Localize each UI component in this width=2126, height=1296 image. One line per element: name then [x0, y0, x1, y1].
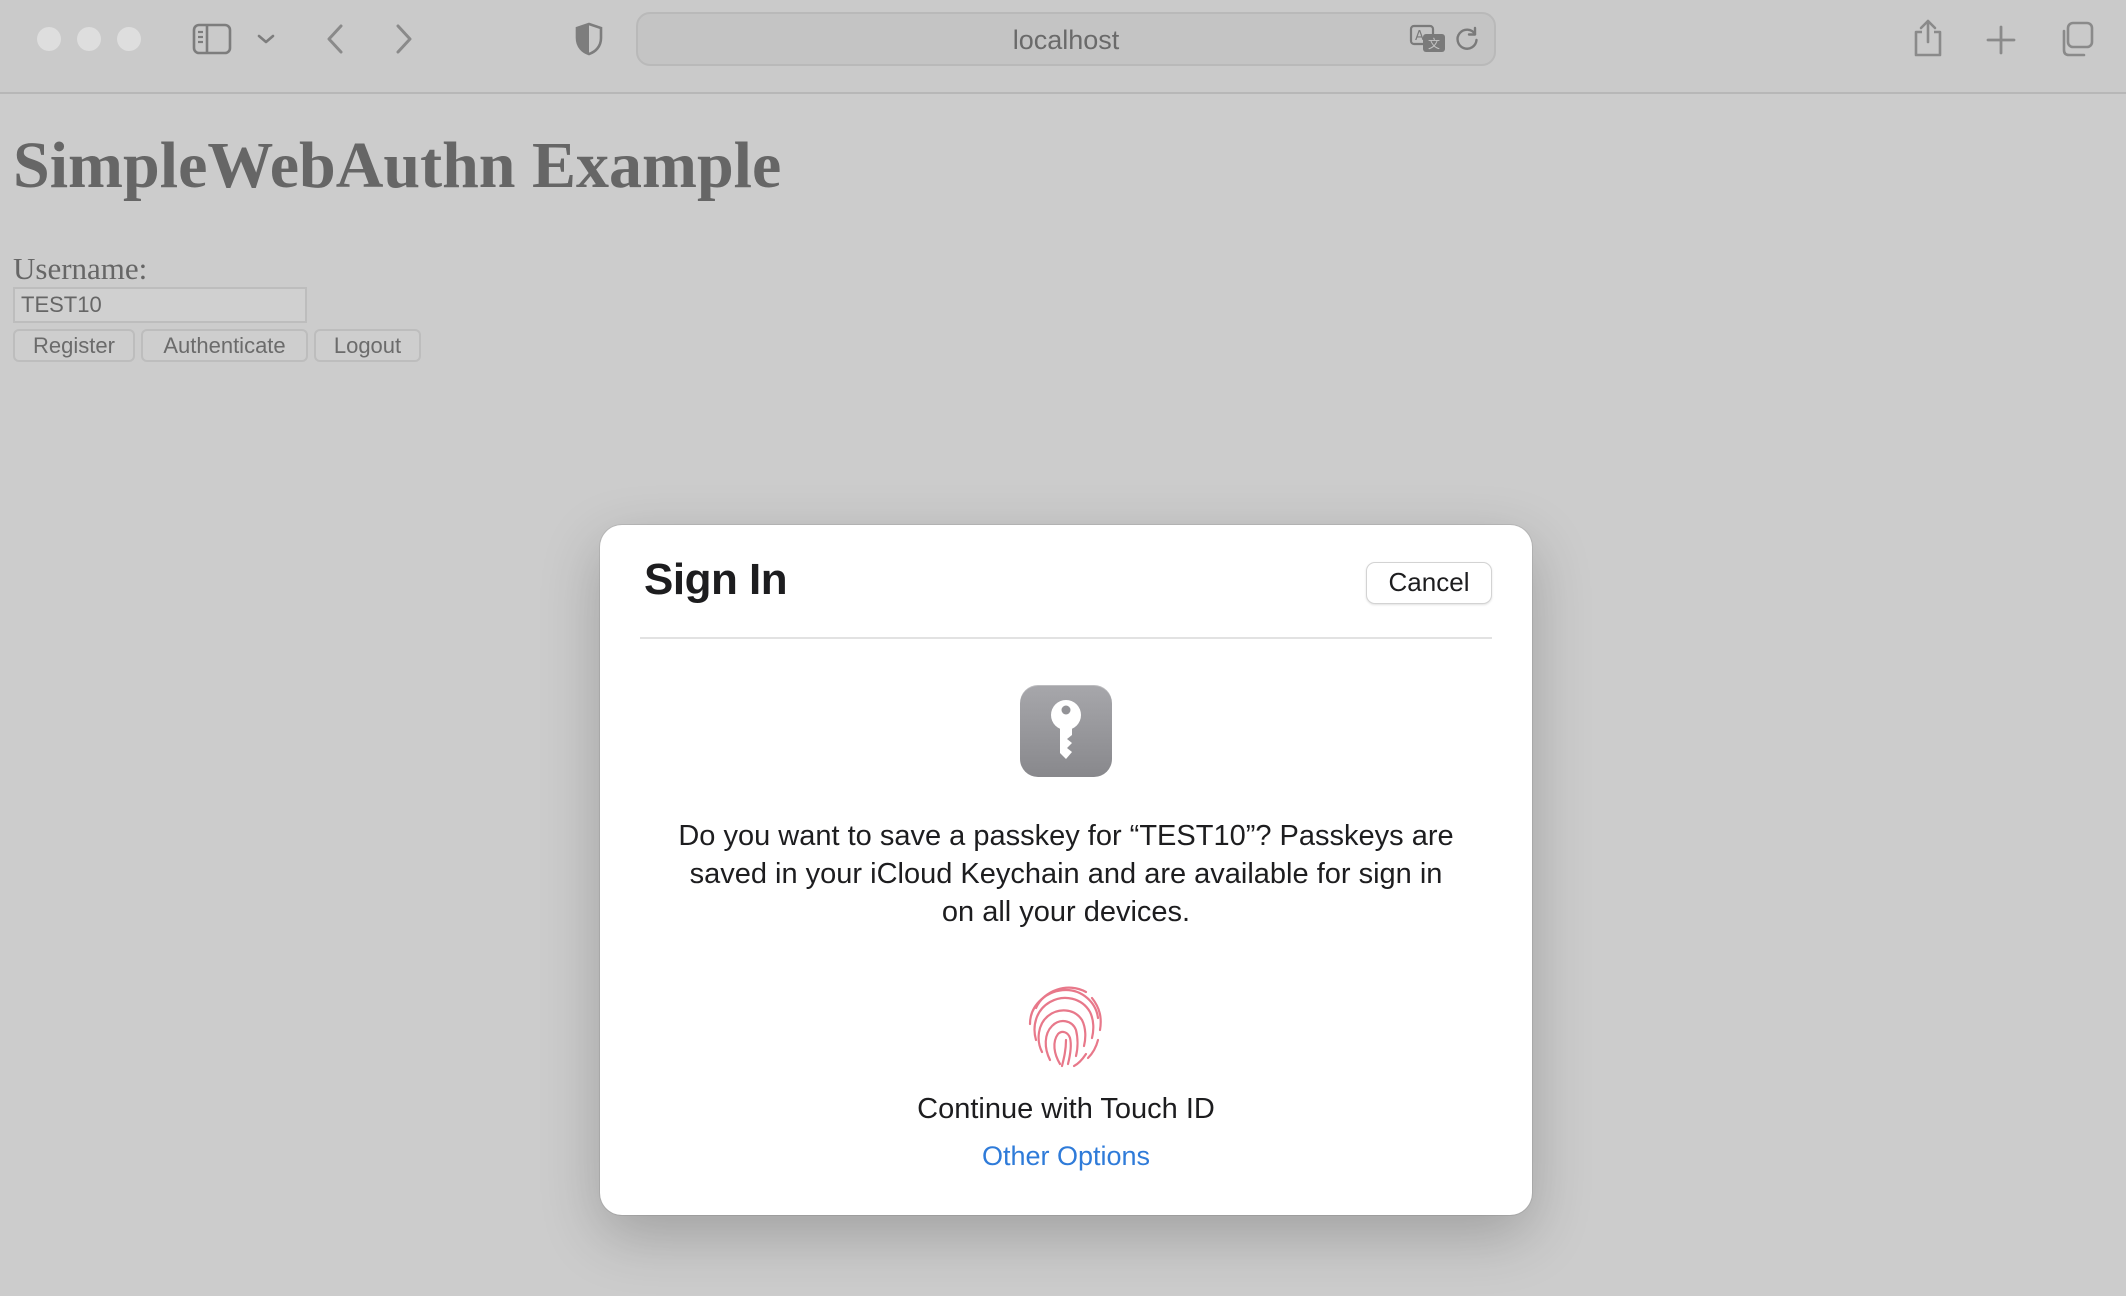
chevron-down-icon[interactable] — [254, 28, 278, 50]
cancel-button[interactable]: Cancel — [1366, 562, 1492, 604]
sign-in-dialog: Sign In Cancel Do you want to save a pas… — [600, 525, 1532, 1215]
dialog-title: Sign In — [644, 555, 788, 604]
close-window-button[interactable] — [37, 27, 61, 51]
forward-icon[interactable] — [387, 20, 421, 58]
register-button[interactable]: Register — [13, 329, 135, 362]
minimize-window-button[interactable] — [77, 27, 101, 51]
browser-toolbar: localhost A文 — [0, 0, 2126, 94]
reload-icon[interactable] — [1452, 24, 1482, 54]
address-bar[interactable]: localhost A文 — [636, 12, 1496, 66]
username-label: Username: — [13, 251, 148, 286]
new-tab-icon[interactable] — [1983, 22, 2019, 58]
authenticate-button[interactable]: Authenticate — [141, 329, 308, 362]
back-icon[interactable] — [318, 20, 352, 58]
tab-overview-icon[interactable] — [2057, 20, 2095, 58]
dialog-divider — [640, 637, 1492, 639]
touchid-label: Continue with Touch ID — [917, 1093, 1215, 1125]
share-icon[interactable] — [1910, 16, 1946, 60]
key-icon — [1020, 685, 1112, 777]
translate-icon[interactable]: A文 — [1408, 24, 1448, 54]
svg-text:文: 文 — [1428, 36, 1440, 51]
username-input[interactable]: TEST10 — [13, 287, 307, 323]
address-text: localhost — [1012, 25, 1120, 55]
logout-button[interactable]: Logout — [314, 329, 421, 362]
privacy-shield-icon[interactable] — [572, 20, 606, 58]
page-title: SimpleWebAuthn Example — [13, 129, 782, 202]
zoom-window-button[interactable] — [117, 27, 141, 51]
fingerprint-icon[interactable] — [1020, 978, 1112, 1070]
other-options-link[interactable]: Other Options — [600, 1141, 1532, 1172]
svg-text:A: A — [1415, 29, 1424, 44]
sidebar-toggle-icon[interactable] — [190, 20, 234, 58]
dialog-message: Do you want to save a passkey for “TEST1… — [678, 820, 1454, 928]
